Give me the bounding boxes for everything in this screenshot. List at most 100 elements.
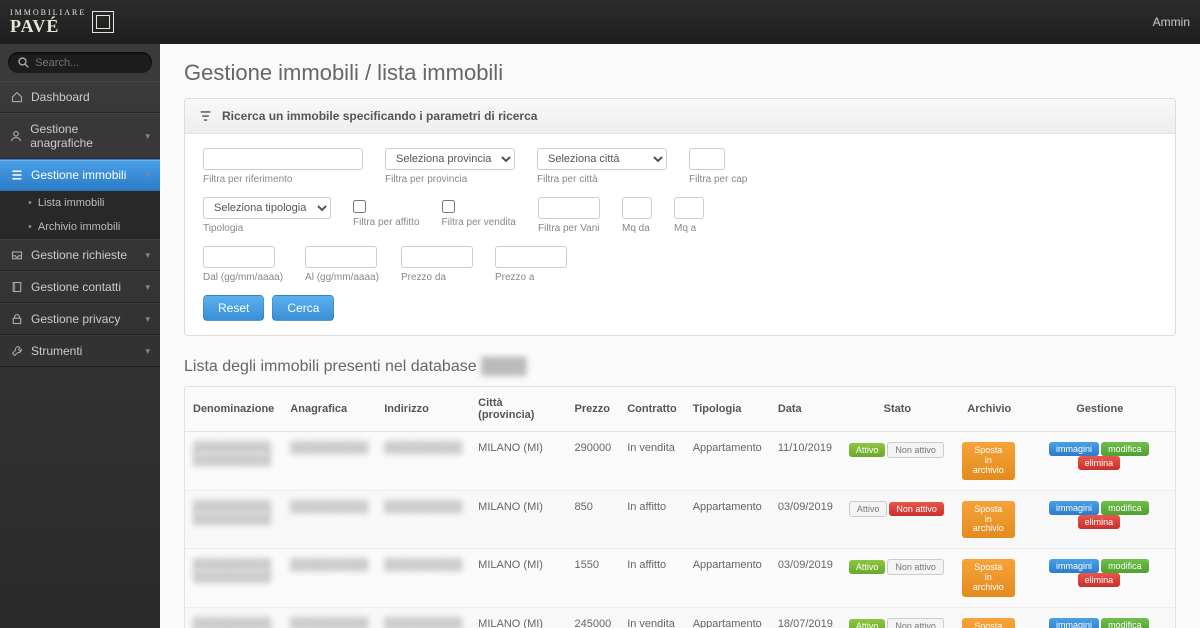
chevron-down-icon: ▾ [145,282,150,293]
nav-label: Gestione immobili [31,168,126,182]
filter-affitto-label: Filtra per affitto [353,217,420,228]
filter-provincia-label: Filtra per provincia [385,174,515,185]
immagini-button[interactable]: immagini [1049,618,1099,628]
cell-tipologia: Appartamento [685,549,770,608]
nav-richieste[interactable]: Gestione richieste ▾ [0,239,160,271]
immagini-button[interactable]: immagini [1049,501,1099,515]
filter-citta[interactable]: Seleziona città [537,148,667,170]
search-panel-title: Ricerca un immobile specificando i param… [222,109,537,123]
col-data: Data [770,387,841,432]
subnav-lista-immobili[interactable]: Lista immobili [0,191,160,215]
filter-cap[interactable] [689,148,725,170]
nav-strumenti[interactable]: Strumenti ▾ [0,335,160,367]
stato-nonattivo-badge[interactable]: Non attivo [887,559,944,575]
list-title: Lista degli immobili presenti nel databa… [160,354,1200,386]
nav-label: Gestione privacy [31,312,120,326]
filter-mq-da[interactable] [622,197,652,219]
nav-immobili[interactable]: Gestione immobili ▾ [0,159,160,191]
table-row: ████████████████████████████████████████… [185,432,1175,491]
stato-attivo-badge[interactable]: Attivo [849,619,886,628]
stato-attivo-badge[interactable]: Attivo [849,560,886,574]
list-title-redacted: ████ [481,358,526,375]
user-icon [10,130,22,143]
modifica-button[interactable]: modifica [1101,501,1149,515]
wrench-icon [10,345,23,358]
home-icon [10,91,23,104]
page-title: Gestione immobili / lista immobili [160,44,1200,98]
cell-citta: MILANO (MI) [470,549,566,608]
stato-nonattivo-badge[interactable]: Non attivo [889,502,944,516]
redacted-text: ██████████ [193,513,271,525]
cell-data: 03/09/2019 [770,549,841,608]
filter-mq-da-label: Mq da [622,223,652,234]
filter-vendita[interactable] [442,200,455,213]
chevron-down-icon: ▾ [145,131,150,142]
chevron-down-icon: ▾ [145,250,150,261]
col-tipologia: Tipologia [685,387,770,432]
cell-contratto: In vendita [619,432,685,491]
search-icon [18,56,29,69]
elimina-button[interactable]: elimina [1078,456,1121,470]
sidebar: Dashboard Gestione anagrafiche ▾ Gestion… [0,44,160,628]
stato-attivo-badge[interactable]: Attivo [849,443,886,457]
cell-prezzo: 290000 [566,432,619,491]
filter-vani[interactable] [538,197,600,219]
subnav-archivio-immobili[interactable]: Archivio immobili [0,215,160,239]
redacted-text: ██████████ [193,501,271,513]
col-citta: Città (provincia) [470,387,566,432]
modifica-button[interactable]: modifica [1101,618,1149,628]
redacted-text: ██████████ [384,559,462,571]
filter-affitto[interactable] [353,200,366,213]
cell-prezzo: 850 [566,490,619,549]
nav-immobili-submenu: Lista immobili Archivio immobili [0,191,160,239]
nav-privacy[interactable]: Gestione privacy ▾ [0,303,160,335]
search-input[interactable] [35,57,142,69]
filter-provincia[interactable]: Seleziona provincia [385,148,515,170]
sposta-archivio-button[interactable]: Sposta inarchivio [962,442,1015,480]
nav-anagrafiche[interactable]: Gestione anagrafiche ▾ [0,113,160,159]
filter-prezzo-da[interactable] [401,246,473,268]
global-search[interactable] [8,52,152,73]
cell-contratto: In affitto [619,490,685,549]
filter-al[interactable] [305,246,377,268]
nav-contatti[interactable]: Gestione contatti ▾ [0,271,160,303]
immagini-button[interactable]: immagini [1049,442,1099,456]
filter-citta-label: Filtra per città [537,174,667,185]
filter-tipologia-label: Tipologia [203,223,331,234]
reset-button[interactable]: Reset [203,295,264,321]
stato-nonattivo-badge[interactable]: Non attivo [887,618,944,628]
nav-dashboard[interactable]: Dashboard [0,81,160,113]
elimina-button[interactable]: elimina [1078,573,1121,587]
topbar: IMMOBILIARE PAVÉ Ammin [0,0,1200,44]
table-row: ████████████████████████████████████████… [185,490,1175,549]
redacted-text: ██████████ [384,501,462,513]
nav-label: Strumenti [31,344,82,358]
cell-data: 11/10/2019 [770,432,841,491]
chevron-down-icon: ▾ [145,170,150,181]
sposta-archivio-button[interactable]: Sposta inarchivio [962,559,1015,597]
nav-label: Gestione anagrafiche [30,122,137,150]
immagini-button[interactable]: immagini [1049,559,1099,573]
stato-attivo-badge[interactable]: Attivo [849,501,888,517]
cerca-button[interactable]: Cerca [272,295,334,321]
modifica-button[interactable]: modifica [1101,442,1149,456]
modifica-button[interactable]: modifica [1101,559,1149,573]
nav-label: Gestione richieste [31,248,127,262]
current-user[interactable]: Ammin [1153,15,1190,29]
elimina-button[interactable]: elimina [1078,515,1121,529]
filter-mq-a-label: Mq a [674,223,704,234]
filter-mq-a[interactable] [674,197,704,219]
filter-tipologia[interactable]: Seleziona tipologia [203,197,331,219]
sposta-archivio-button[interactable]: Sposta inarchivio [962,618,1015,628]
col-prezzo: Prezzo [566,387,619,432]
cell-citta: MILANO (MI) [470,608,566,628]
sposta-archivio-button[interactable]: Sposta inarchivio [962,501,1015,539]
filter-dal[interactable] [203,246,275,268]
cell-data: 03/09/2019 [770,490,841,549]
filter-riferimento[interactable] [203,148,363,170]
filter-prezzo-a[interactable] [495,246,567,268]
filter-vendita-label: Filtra per vendita [442,217,516,228]
main-content: Gestione immobili / lista immobili Ricer… [160,44,1200,628]
stato-nonattivo-badge[interactable]: Non attivo [887,442,944,458]
cell-contratto: In vendita [619,608,685,628]
